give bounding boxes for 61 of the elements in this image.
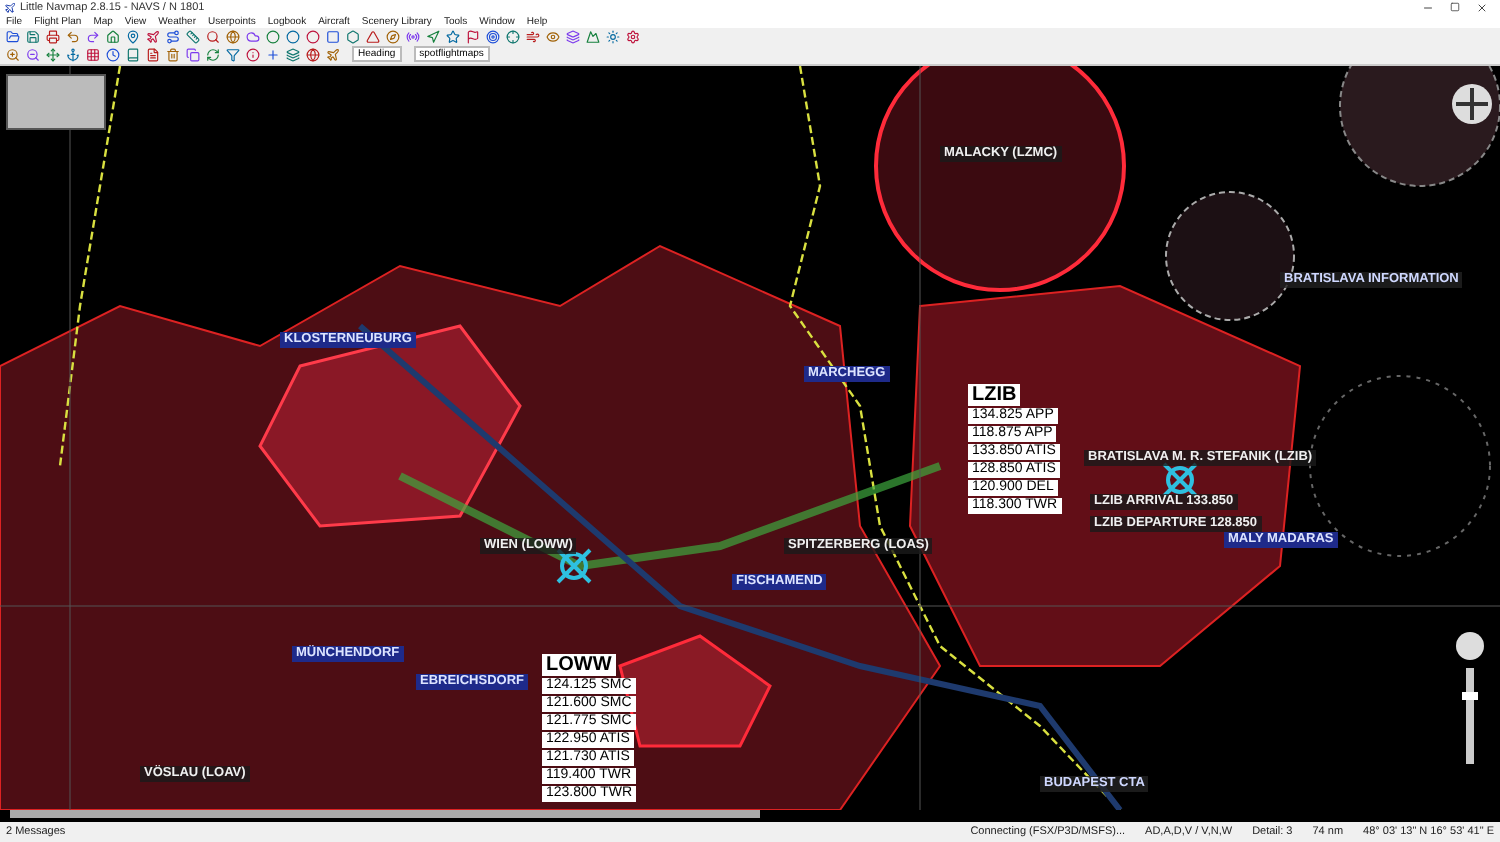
compass-icon[interactable] (386, 30, 400, 44)
close-icon[interactable] (1476, 2, 1488, 14)
map-view[interactable] (0, 66, 1500, 822)
minimize-icon[interactable] (1422, 2, 1434, 14)
maximize-icon[interactable] (1450, 2, 1460, 12)
pin-icon[interactable] (126, 30, 140, 44)
folder-icon[interactable] (6, 30, 20, 44)
printer-icon[interactable] (46, 30, 60, 44)
airport-ident: LOWW (542, 654, 616, 676)
globe-icon[interactable] (226, 30, 240, 44)
crosshair-icon[interactable] (506, 30, 520, 44)
settings-icon[interactable] (626, 30, 640, 44)
eye-icon[interactable] (546, 30, 560, 44)
route-icon[interactable] (166, 30, 180, 44)
world-overview-map[interactable] (6, 74, 106, 130)
circle-icon[interactable] (266, 30, 280, 44)
flag-icon[interactable] (466, 30, 480, 44)
airport-ident: LZIB (968, 384, 1021, 406)
sun-icon[interactable] (606, 30, 620, 44)
trash-icon[interactable] (166, 47, 180, 61)
plane-icon[interactable] (326, 47, 340, 61)
zoom-in-icon[interactable] (6, 47, 20, 61)
layers-icon[interactable] (286, 47, 300, 61)
refresh-icon[interactable] (206, 47, 220, 61)
copy-icon[interactable] (186, 47, 200, 61)
radio-icon[interactable] (406, 30, 420, 44)
zoom-out-icon[interactable] (26, 47, 40, 61)
hexagon-icon[interactable] (346, 30, 360, 44)
ruler-icon[interactable] (186, 30, 200, 44)
move-icon[interactable] (46, 47, 60, 61)
target-icon[interactable] (486, 30, 500, 44)
home-icon[interactable] (106, 30, 120, 44)
horizontal-scrollbar[interactable] (10, 810, 760, 818)
grid-icon[interactable] (86, 47, 100, 61)
clock-icon[interactable] (106, 47, 120, 61)
info-icon[interactable] (246, 47, 260, 61)
mountain-icon[interactable] (586, 30, 600, 44)
navigation-control-icon[interactable] (1450, 82, 1494, 126)
save-icon[interactable] (26, 30, 40, 44)
plus-icon[interactable] (266, 47, 280, 61)
redo-icon[interactable] (86, 30, 100, 44)
triangle-icon[interactable] (366, 30, 380, 44)
undo-icon[interactable] (66, 30, 80, 44)
airport-symbol (556, 548, 592, 584)
search-icon[interactable] (206, 30, 220, 44)
document-icon[interactable] (146, 47, 160, 61)
cloud-icon[interactable] (246, 30, 260, 44)
square-icon[interactable] (326, 30, 340, 44)
plane-icon[interactable] (146, 30, 160, 44)
airport-symbol (1162, 462, 1198, 498)
filter-icon[interactable] (226, 47, 240, 61)
wind-icon[interactable] (526, 30, 540, 44)
layers-icon[interactable] (566, 30, 580, 44)
star-icon[interactable] (446, 30, 460, 44)
book-icon[interactable] (126, 47, 140, 61)
globe-icon[interactable] (306, 47, 320, 61)
app-icon (4, 2, 16, 14)
circle-icon[interactable] (286, 30, 300, 44)
navigation-icon[interactable] (426, 30, 440, 44)
anchor-icon[interactable] (66, 47, 80, 61)
circle-icon[interactable] (306, 30, 320, 44)
